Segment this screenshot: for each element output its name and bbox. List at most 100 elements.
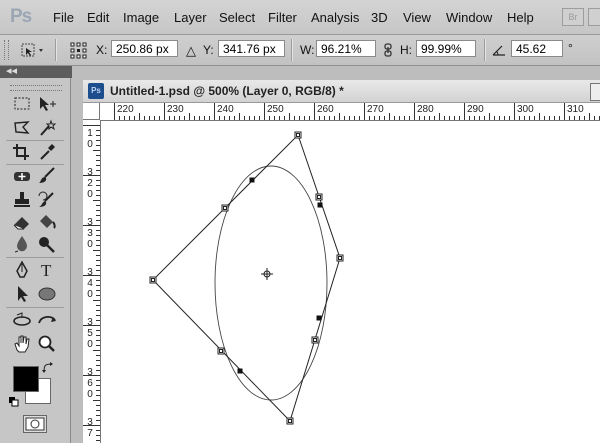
separator (55, 39, 57, 61)
menu-3d[interactable]: 3D (371, 10, 388, 25)
blur-tool-icon[interactable] (11, 234, 33, 254)
tools-panel-header[interactable]: ◂◂ (0, 64, 72, 78)
type-tool-icon[interactable]: T (36, 260, 58, 280)
link-icon[interactable] (383, 43, 393, 57)
document-title: Untitled-1.psd @ 500% (Layer 0, RGB/8) * (110, 84, 344, 98)
mini-bridge-button[interactable] (588, 8, 600, 26)
transform-handle-top[interactable] (294, 131, 302, 139)
document-icon: Ps (88, 83, 104, 99)
svg-text:T: T (41, 261, 52, 280)
zoom-tool-icon[interactable] (36, 334, 58, 354)
foreground-color-swatch[interactable] (13, 366, 39, 392)
ruler-label: 230 (167, 104, 184, 115)
angle-field[interactable]: 45.62 (511, 40, 563, 57)
bridge-button[interactable]: Br (562, 8, 584, 26)
eyedropper-tool-icon[interactable] (36, 142, 58, 162)
3d-orbit-tool-icon[interactable] (36, 311, 58, 331)
width-field[interactable]: 96.21% (316, 40, 376, 57)
lasso-tool-icon[interactable] (11, 118, 33, 138)
anchor-point[interactable] (316, 315, 322, 321)
separator (291, 39, 293, 61)
transform-handle-right[interactable] (336, 254, 344, 262)
transform-handle-upper-left[interactable] (221, 204, 229, 212)
anchor-point[interactable] (317, 202, 323, 208)
ruler-label: 290 (467, 104, 484, 115)
spot-healing-brush-tool-icon[interactable] (11, 166, 33, 186)
x-label: X: (96, 43, 108, 57)
default-colors-icon[interactable] (9, 396, 19, 407)
transform-handle-left[interactable] (149, 276, 157, 284)
photoshop-logo: Ps (10, 6, 32, 27)
x-field[interactable]: 250.86 px (111, 40, 178, 57)
options-bar: X: 250.86 px △ Y: 341.76 px W: 96.21% H:… (0, 35, 600, 66)
separator (6, 307, 64, 308)
close-document-button[interactable] (590, 83, 600, 101)
menu-view[interactable]: View (403, 10, 431, 25)
menu-help[interactable]: Help (507, 10, 534, 25)
ruler-label: 320 (87, 167, 93, 200)
menu-layer[interactable]: Layer (174, 10, 207, 25)
menu-select[interactable]: Select (219, 10, 255, 25)
pen-tool-icon[interactable] (11, 260, 33, 280)
menu-window[interactable]: Window (446, 10, 492, 25)
ruler-label: 340 (87, 267, 93, 300)
magic-wand-tool-icon[interactable] (36, 118, 58, 138)
document-tab[interactable]: Ps Untitled-1.psd @ 500% (Layer 0, RGB/8… (83, 80, 600, 103)
separator (6, 164, 64, 165)
crop-tool-icon[interactable] (11, 142, 33, 162)
path-selection-tool-icon[interactable] (11, 284, 33, 304)
transform-handle-lower-right[interactable] (311, 336, 319, 344)
transform-handle-lower-left[interactable] (217, 347, 225, 355)
document-window: Ps Untitled-1.psd @ 500% (Layer 0, RGB/8… (83, 80, 600, 443)
menu-image[interactable]: Image (123, 10, 159, 25)
transform-handle-bottom[interactable] (286, 417, 294, 425)
hand-tool-icon[interactable] (11, 334, 33, 354)
separator (6, 140, 64, 141)
height-field[interactable]: 99.99% (416, 40, 476, 57)
menu-file[interactable]: File (53, 10, 74, 25)
move-tool-icon[interactable] (36, 94, 58, 114)
y-label: Y: (203, 43, 214, 57)
swap-colors-icon[interactable] (41, 361, 55, 375)
brush-tool-icon[interactable] (36, 166, 58, 186)
ruler-label: 330 (87, 217, 93, 250)
angle-unit: ° (568, 41, 573, 55)
horizontal-ruler[interactable]: 220 230 240 250 260 270 280 290 300 310 (100, 103, 600, 121)
ruler-label: 270 (367, 104, 384, 115)
transform-tool-icon[interactable] (18, 41, 46, 59)
menu-filter[interactable]: Filter (268, 10, 297, 25)
eraser-tool-icon[interactable] (11, 212, 33, 232)
anchor-point[interactable] (237, 368, 243, 374)
menu-analysis[interactable]: Analysis (311, 10, 359, 25)
paint-bucket-tool-icon[interactable] (36, 212, 58, 232)
ruler-label: 10 (87, 128, 93, 150)
anchor-point[interactable] (249, 177, 255, 183)
ruler-label: 350 (87, 317, 93, 350)
w-label: W: (300, 43, 315, 57)
transform-handle-upper-right[interactable] (315, 193, 323, 201)
separator (6, 257, 64, 258)
ruler-label: 220 (117, 104, 134, 115)
ruler-label: 300 (517, 104, 534, 115)
vertical-ruler[interactable]: 10 320 330 340 350 360 37 (83, 120, 101, 443)
y-field[interactable]: 341.76 px (218, 40, 285, 57)
history-brush-tool-icon[interactable] (36, 190, 58, 210)
ruler-label: 240 (217, 104, 234, 115)
menu-edit[interactable]: Edit (87, 10, 109, 25)
ruler-origin[interactable] (83, 103, 100, 120)
relative-position-icon[interactable]: △ (186, 43, 196, 59)
quick-mask-button[interactable] (23, 415, 47, 433)
3d-rotate-tool-icon[interactable] (11, 311, 33, 331)
options-bar-grip[interactable] (4, 40, 9, 60)
clone-stamp-tool-icon[interactable] (11, 190, 33, 210)
reference-point-icon[interactable] (70, 42, 88, 60)
canvas[interactable] (101, 121, 600, 443)
marquee-tool-icon[interactable] (11, 94, 33, 114)
ellipse-tool-icon[interactable] (36, 284, 58, 304)
h-label: H: (400, 43, 412, 57)
dodge-tool-icon[interactable] (36, 234, 58, 254)
reference-point-marker[interactable] (261, 268, 273, 280)
ruler-label: 360 (87, 367, 93, 400)
collapse-panel-icon[interactable]: ◂◂ (6, 64, 17, 77)
tools-panel-grip[interactable] (10, 85, 62, 91)
